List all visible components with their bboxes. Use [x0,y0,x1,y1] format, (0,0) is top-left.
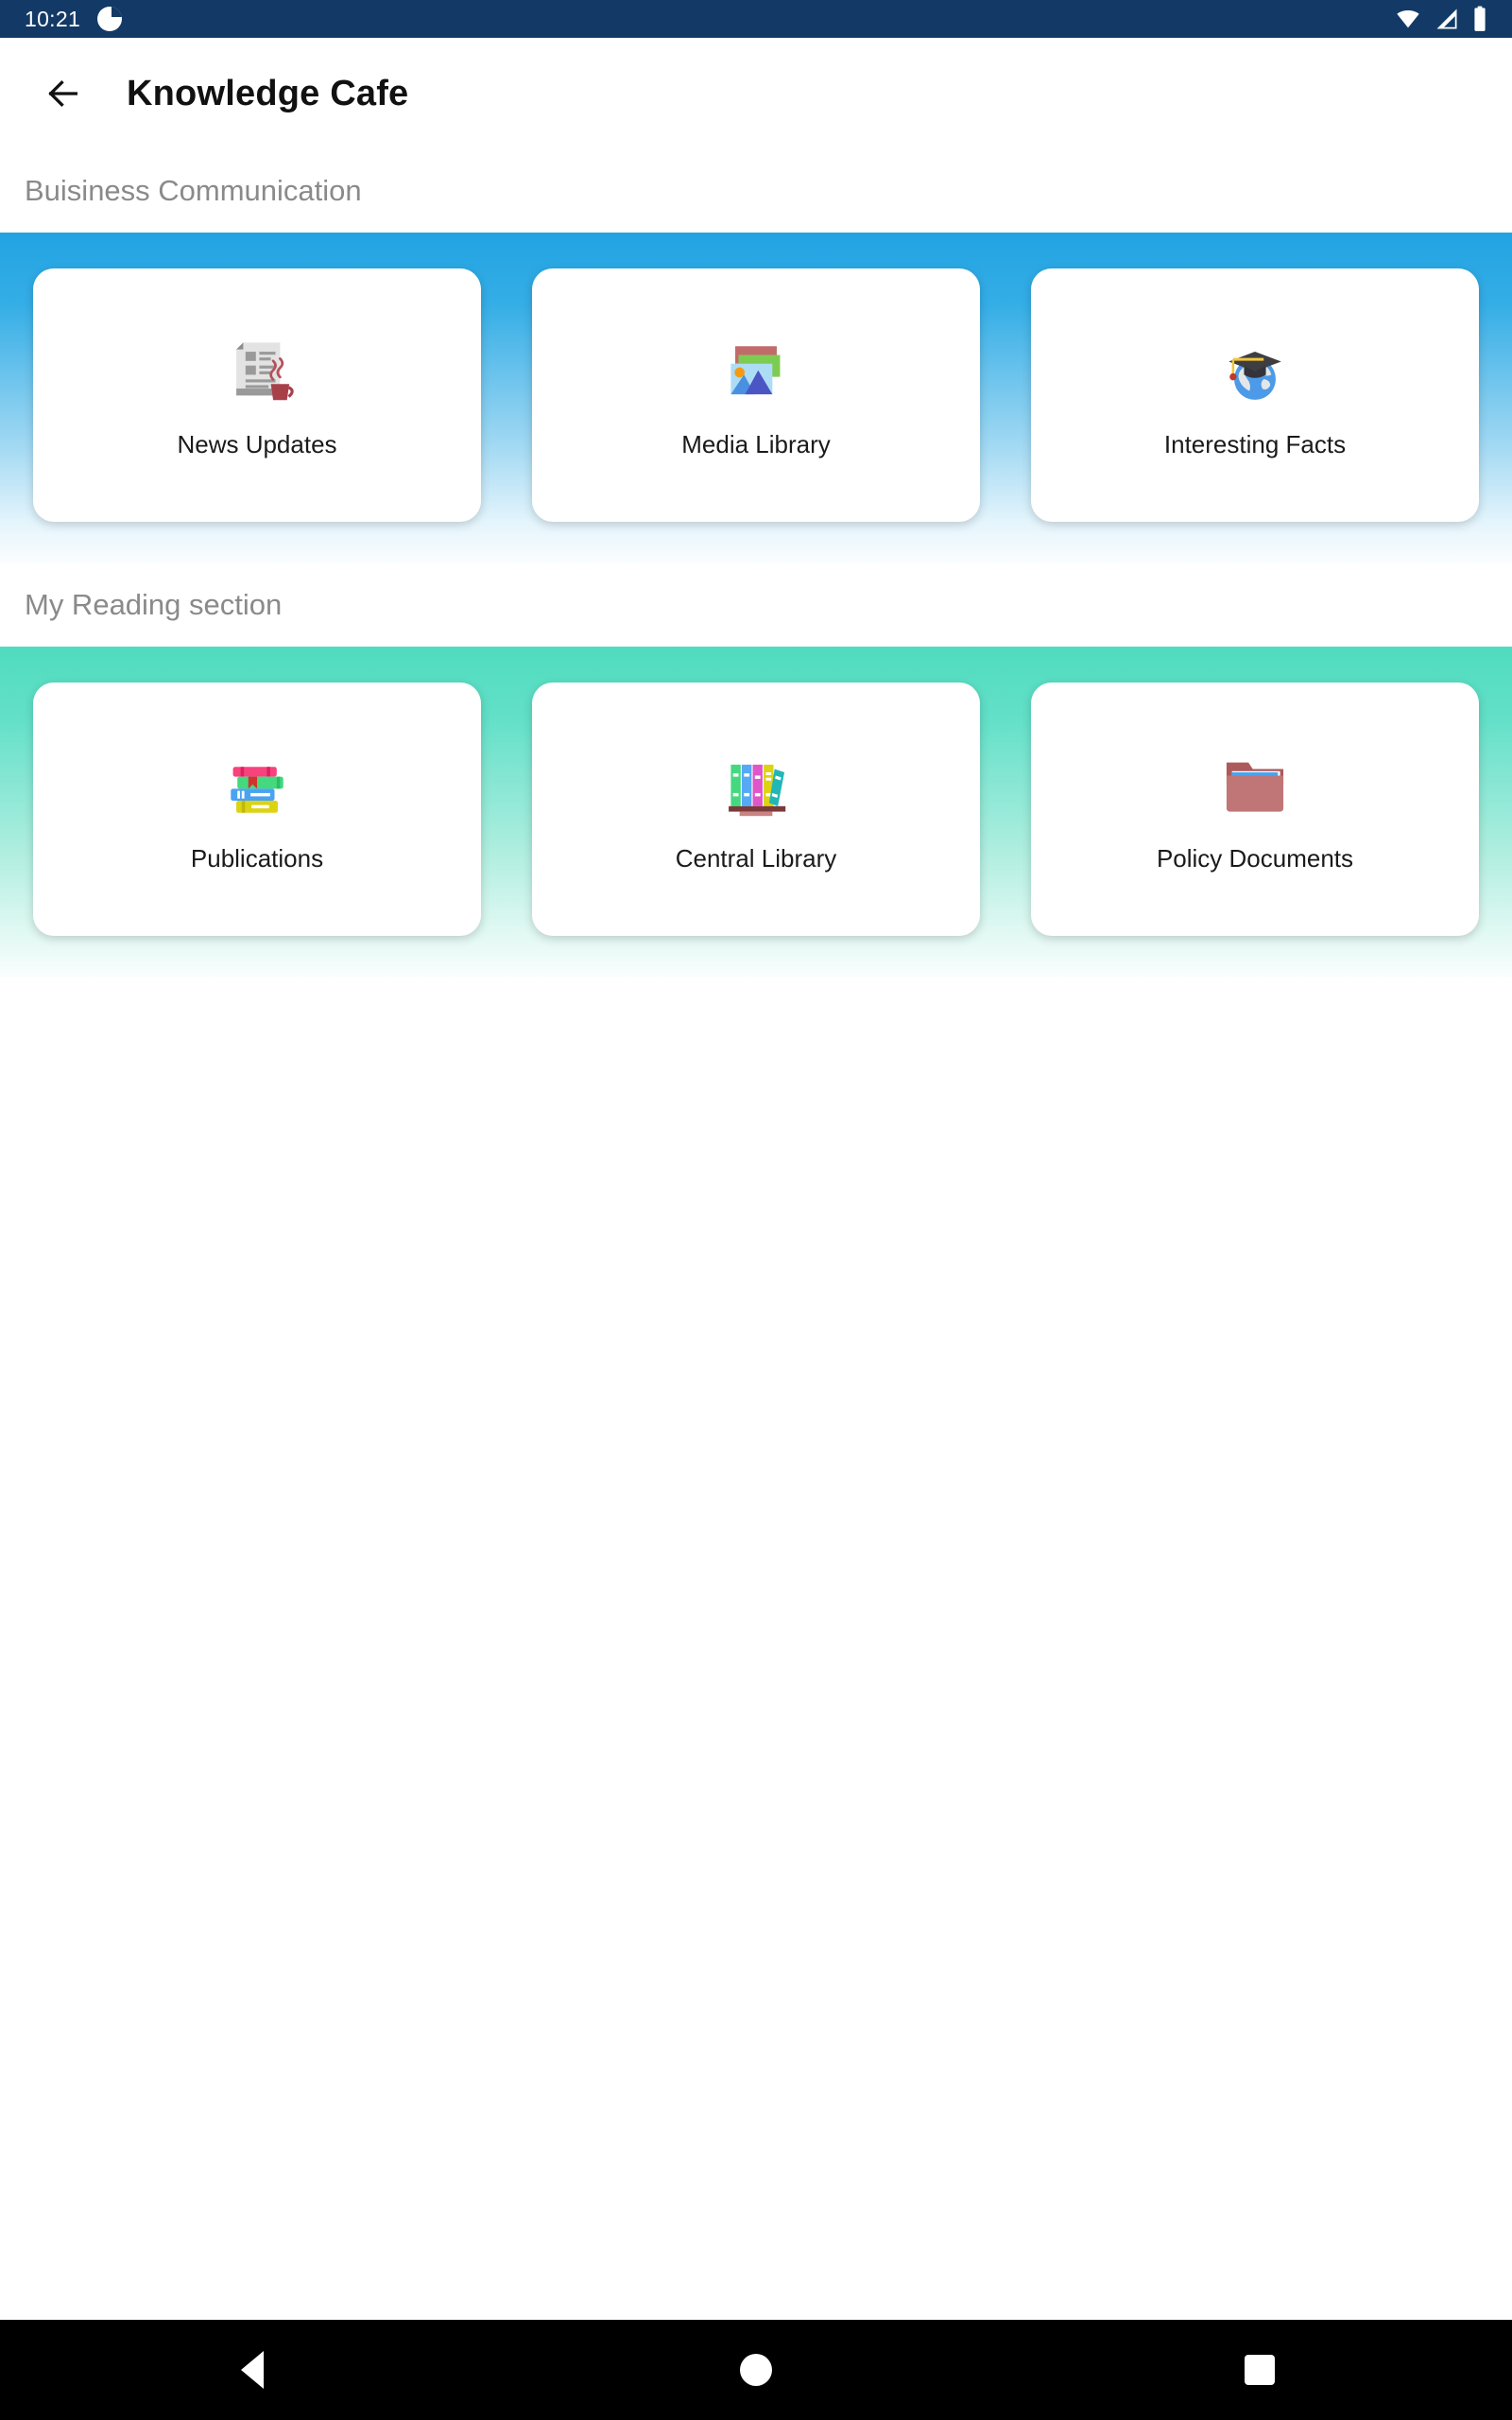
globe-graduation-cap-icon [1214,332,1296,413]
status-bar: 10:21 [0,0,1512,38]
card-central-library[interactable]: Central Library [532,683,980,936]
recents-square-icon [1245,2355,1276,2385]
status-time: 10:21 [25,6,81,31]
cell-signal-icon [1434,6,1460,32]
bookshelf-icon [715,746,797,827]
status-bar-right [1395,6,1487,32]
card-label: Publications [190,843,324,873]
home-circle-icon [739,2354,772,2386]
nav-recents-button[interactable] [1203,2320,1316,2420]
card-media-library[interactable]: Media Library [532,268,980,522]
wifi-icon [1395,6,1421,32]
card-label: Media Library [681,429,831,458]
card-label: Policy Documents [1156,843,1354,873]
card-interesting-facts[interactable]: Interesting Facts [1031,268,1479,522]
status-bar-left: 10:21 [25,6,123,32]
battery-full-icon [1472,6,1487,32]
back-triangle-icon [240,2351,264,2389]
main-content: Buisiness Communication News Updates Med… [0,149,1512,977]
card-row-business: News Updates Media Library Interesting F… [0,268,1512,522]
card-policy-documents[interactable]: Policy Documents [1031,683,1479,936]
card-publications[interactable]: Publications [33,683,481,936]
card-news-updates[interactable]: News Updates [33,268,481,522]
page-title: Knowledge Cafe [127,73,409,113]
photo-stack-icon [715,332,797,413]
card-label: News Updates [177,429,337,458]
card-label: Central Library [675,843,837,873]
arrow-left-icon [48,79,77,108]
circle-notification-icon [97,7,123,31]
folder-documents-icon [1214,746,1296,827]
back-button[interactable] [42,72,85,115]
card-row-reading: Publications Central Library Policy Docu… [0,683,1512,936]
section-band-reading: Publications Central Library Policy Docu… [0,647,1512,977]
book-stack-icon [216,746,298,827]
newspaper-coffee-icon [216,332,298,413]
app-bar: Knowledge Cafe [0,38,1512,149]
android-nav-bar [0,2320,1512,2420]
nav-home-button[interactable] [699,2320,813,2420]
card-label: Interesting Facts [1163,429,1347,458]
section-heading-business: Buisiness Communication [0,149,1512,233]
section-band-business: News Updates Media Library Interesting F… [0,233,1512,563]
nav-back-button[interactable] [196,2320,309,2420]
section-heading-reading: My Reading section [0,563,1512,647]
